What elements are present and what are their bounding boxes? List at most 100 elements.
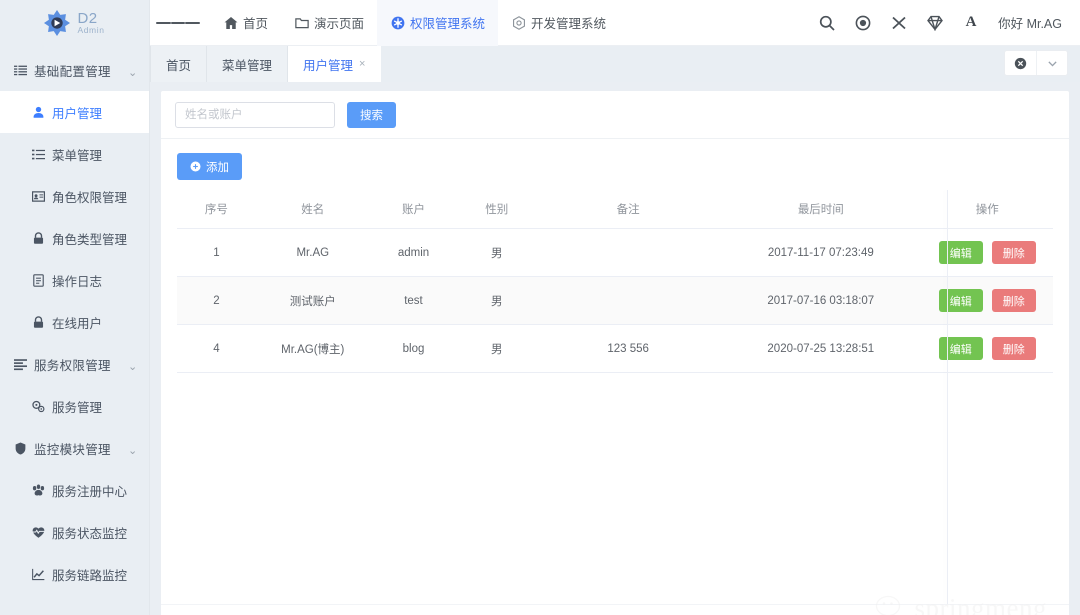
plus-circle-icon xyxy=(190,161,201,172)
cell-time: 2017-07-16 03:18:07 xyxy=(720,276,922,325)
cell-account: admin xyxy=(369,228,458,277)
user-greeting[interactable]: 你好 Mr.AG xyxy=(998,13,1062,32)
sidebar-item-status-monitor[interactable]: 服务状态监控 xyxy=(0,511,149,553)
folder-icon xyxy=(294,15,309,30)
edit-button[interactable]: 编辑 xyxy=(938,241,983,264)
paw-icon xyxy=(31,483,45,497)
tab-actions xyxy=(1004,50,1068,76)
table-header-row: 序号 姓名 账户 性别 备注 最后时间 操作 xyxy=(177,190,1053,229)
column-header-gender: 性别 xyxy=(457,190,537,229)
delete-button[interactable]: 删除 xyxy=(991,241,1036,264)
sidebar-group-service[interactable]: 服务权限管理 ⌃ xyxy=(0,343,149,385)
tab-home[interactable]: 首页 xyxy=(150,46,208,82)
brand-sub: Admin xyxy=(77,25,105,36)
nav-item-demo[interactable]: 演示页面 xyxy=(281,0,377,46)
column-header-note: 备注 xyxy=(536,190,721,229)
sidebar-item-user-management[interactable]: 用户管理 xyxy=(0,91,149,133)
shuffle-icon[interactable] xyxy=(890,14,908,32)
cell-gender: 男 xyxy=(457,276,537,325)
sidebar-item-label: 服务管理 xyxy=(52,400,103,415)
close-icon[interactable]: × xyxy=(359,58,365,70)
cell-actions: 编辑 删除 xyxy=(921,228,1053,277)
id-card-icon xyxy=(31,189,45,203)
chart-line-icon xyxy=(31,567,45,581)
hexagon-icon xyxy=(511,15,526,30)
cell-actions: 编辑 删除 xyxy=(921,324,1053,373)
tab-list: 首页 菜单管理 用户管理 × xyxy=(150,46,382,82)
sidebar-item-label: 菜单管理 xyxy=(52,148,103,163)
diamond-icon[interactable] xyxy=(926,14,944,32)
edit-button[interactable]: 编辑 xyxy=(938,289,983,312)
pagination: 共 3 条 20条/页 ▼ ‹ 1 › 前往 页 xyxy=(161,604,1069,615)
sidebar-item-online-user[interactable]: 在线用户 xyxy=(0,301,149,343)
sidebar-item-label: 角色权限管理 xyxy=(52,190,128,205)
content-area: 搜索 添加 序号 xyxy=(150,82,1080,615)
nav-item-label: 权限管理系统 xyxy=(410,17,486,31)
home-icon xyxy=(223,15,238,30)
sidebar-item-role-permission[interactable]: 角色权限管理 xyxy=(0,175,149,217)
chevron-down-icon[interactable] xyxy=(1036,51,1067,75)
nav-item-home[interactable]: 首页 xyxy=(210,0,281,46)
tab-user-management[interactable]: 用户管理 × xyxy=(288,46,382,82)
brand-name: D2 xyxy=(77,10,98,28)
hamburger-icon[interactable] xyxy=(156,19,201,26)
sidebar-menu: 基础配置管理 ⌃ 用户管理 菜单管理 角色权限管理 角色类型管理 操作日志 在线… xyxy=(0,46,149,615)
brand-logo[interactable]: D2 Admin xyxy=(0,0,149,46)
cell-actions: 编辑 删除 xyxy=(921,276,1053,325)
sidebar-item-service-management[interactable]: 服务管理 xyxy=(0,385,149,427)
sidebar-item-operation-log[interactable]: 操作日志 xyxy=(0,259,149,301)
delete-button[interactable]: 删除 xyxy=(991,289,1036,312)
edit-button[interactable]: 编辑 xyxy=(938,337,983,360)
cell-time: 2017-11-17 07:23:49 xyxy=(720,228,922,277)
user-table-wrap: 序号 姓名 账户 性别 备注 最后时间 操作 1 Mr.AG admin 男 2… xyxy=(161,190,1069,604)
cell-account: blog xyxy=(369,324,458,373)
search-input[interactable] xyxy=(175,101,335,128)
document-icon xyxy=(31,273,45,287)
sidebar-item-label: 在线用户 xyxy=(52,316,103,331)
nav-item-label: 开发管理系统 xyxy=(531,17,607,31)
heartbeat-icon xyxy=(31,525,45,539)
sidebar-group-label: 服务权限管理 xyxy=(34,358,111,373)
column-header-actions: 操作 xyxy=(921,190,1053,229)
sidebar-item-label: 服务注册中心 xyxy=(52,484,128,499)
record-icon[interactable] xyxy=(854,14,872,32)
sidebar-group-monitor[interactable]: 监控模块管理 ⌃ xyxy=(0,427,149,469)
sidebar-item-label: 服务状态监控 xyxy=(52,526,128,541)
sidebar-item-role-type[interactable]: 角色类型管理 xyxy=(0,217,149,259)
user-table: 序号 姓名 账户 性别 备注 最后时间 操作 1 Mr.AG admin 男 2… xyxy=(177,190,1053,373)
close-all-icon[interactable] xyxy=(1005,51,1036,75)
font-size-icon[interactable]: A xyxy=(962,14,980,32)
top-nav: 首页 演示页面 权限管理系统 开发管理系统 xyxy=(210,0,619,46)
column-header-name: 姓名 xyxy=(255,190,370,229)
cell-note: 123 556 xyxy=(536,324,721,373)
delete-button[interactable]: 删除 xyxy=(991,337,1036,360)
sidebar-group-label: 监控模块管理 xyxy=(34,442,111,457)
tab-menu-management[interactable]: 菜单管理 xyxy=(207,46,289,82)
table-head: 序号 姓名 账户 性别 备注 最后时间 操作 xyxy=(177,190,1053,229)
layers-icon xyxy=(13,357,27,371)
sidebar-item-menu-management[interactable]: 菜单管理 xyxy=(0,133,149,175)
sidebar-item-trace-monitor[interactable]: 服务链路监控 xyxy=(0,553,149,595)
nav-item-permission-system[interactable]: 权限管理系统 xyxy=(377,0,499,46)
search-button[interactable]: 搜索 xyxy=(347,101,396,128)
nav-item-label: 演示页面 xyxy=(314,17,365,31)
d2-star-logo-icon xyxy=(44,10,71,36)
cogs-icon xyxy=(31,399,45,413)
sidebar-group-basic[interactable]: 基础配置管理 ⌃ xyxy=(0,49,149,91)
sidebar-item-registry-center[interactable]: 服务注册中心 xyxy=(0,469,149,511)
table-row[interactable]: 2 测试账户 test 男 2017-07-16 03:18:07 编辑 删除 xyxy=(177,276,1053,325)
table-body: 1 Mr.AG admin 男 2017-11-17 07:23:49 编辑 删… xyxy=(177,228,1053,373)
nav-item-dev-system[interactable]: 开发管理系统 xyxy=(498,0,619,46)
search-icon[interactable] xyxy=(818,14,836,32)
cell-time: 2020-07-25 13:28:51 xyxy=(720,324,922,373)
list-icon xyxy=(13,63,27,77)
lock-icon xyxy=(31,315,45,329)
table-row[interactable]: 4 Mr.AG(博主) blog 男 123 556 2020-07-25 13… xyxy=(177,324,1053,373)
search-toolbar: 搜索 xyxy=(161,91,1069,139)
table-row[interactable]: 1 Mr.AG admin 男 2017-11-17 07:23:49 编辑 删… xyxy=(177,228,1053,277)
main-area: 首页 演示页面 权限管理系统 开发管理系统 A 你好 Mr.AG 首页 菜单管理… xyxy=(150,0,1080,615)
cell-index: 1 xyxy=(177,228,256,277)
app-header: 首页 演示页面 权限管理系统 开发管理系统 A 你好 Mr.AG xyxy=(150,0,1080,46)
add-button[interactable]: 添加 xyxy=(177,153,242,180)
tab-bar: 首页 菜单管理 用户管理 × xyxy=(150,46,1080,82)
